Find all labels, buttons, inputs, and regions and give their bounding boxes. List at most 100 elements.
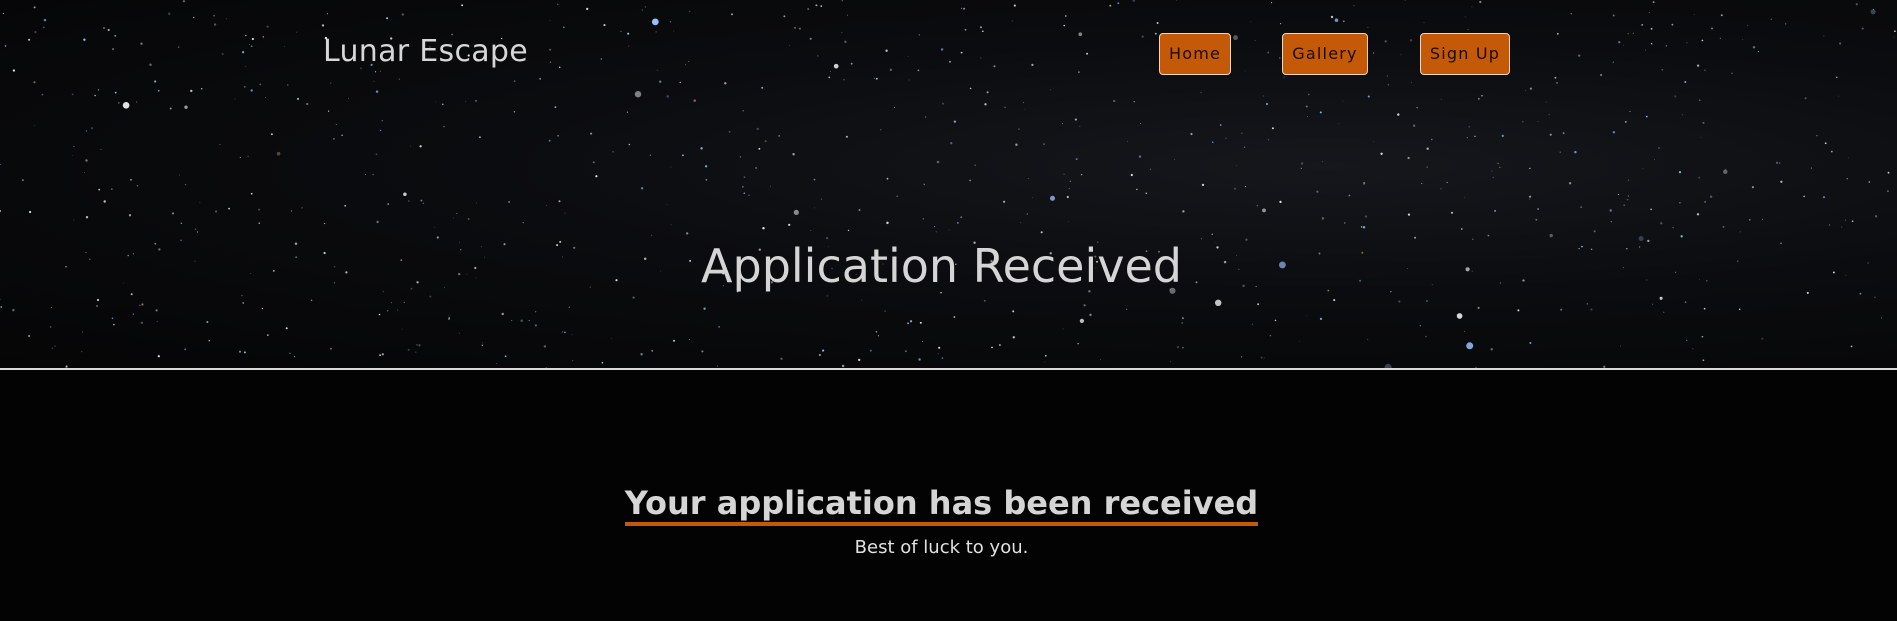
star [375, 90, 379, 93]
star [603, 24, 606, 27]
star [543, 345, 547, 348]
star [323, 222, 326, 225]
star [1684, 301, 1687, 303]
star [879, 128, 882, 131]
star [1338, 123, 1340, 125]
starfield-background [0, 0, 1896, 368]
star [1279, 200, 1282, 204]
star [28, 38, 31, 41]
star [107, 28, 110, 32]
star [1702, 121, 1705, 124]
star [1475, 366, 1477, 368]
star [442, 103, 444, 106]
star [1651, 303, 1654, 305]
star [1423, 22, 1425, 24]
star [1650, 27, 1653, 30]
star [1244, 146, 1246, 148]
star [907, 322, 910, 325]
star [456, 213, 458, 214]
nav-gallery-button[interactable]: Gallery [1282, 33, 1368, 75]
star [1260, 356, 1263, 359]
star [41, 93, 44, 96]
star [251, 37, 255, 41]
star [1632, 32, 1634, 34]
star [71, 155, 73, 157]
star [1134, 172, 1136, 174]
star [85, 130, 88, 132]
star [1778, 162, 1781, 164]
star [461, 4, 464, 7]
hero-header: Lunar Escape Home Gallery Sign Up Applic… [0, 0, 1897, 370]
star [407, 348, 410, 351]
star [685, 64, 687, 66]
star [443, 125, 445, 128]
star [1342, 100, 1344, 102]
star [1301, 162, 1304, 165]
star [1113, 99, 1116, 103]
star [620, 30, 622, 33]
star [1642, 168, 1644, 170]
star [110, 188, 113, 191]
star [1026, 213, 1028, 215]
star [374, 71, 377, 73]
star [948, 229, 950, 231]
site-logo[interactable]: Lunar Escape [323, 34, 528, 69]
star [1353, 5, 1355, 7]
star [984, 103, 987, 106]
star [1430, 138, 1433, 141]
star [80, 350, 83, 353]
star [467, 218, 470, 220]
star [701, 350, 704, 353]
star [1149, 168, 1151, 170]
star [908, 79, 910, 81]
star [1233, 35, 1238, 41]
star [111, 317, 114, 320]
star [666, 95, 670, 98]
star [670, 224, 672, 226]
star [640, 187, 644, 190]
star [276, 151, 281, 156]
star [889, 68, 893, 71]
star [641, 9, 643, 11]
star [1412, 124, 1416, 127]
star [1580, 206, 1582, 209]
star [1466, 342, 1474, 350]
star [632, 296, 635, 299]
star [818, 353, 821, 357]
star [496, 363, 498, 364]
star [1015, 143, 1018, 146]
star [372, 173, 374, 176]
star [875, 331, 878, 333]
star [1893, 36, 1895, 38]
star [1671, 23, 1674, 26]
star [1409, 39, 1413, 42]
star [1307, 93, 1310, 96]
star [1274, 319, 1277, 322]
star [841, 364, 845, 368]
star [1499, 166, 1501, 168]
star [1440, 188, 1442, 190]
star [73, 145, 75, 147]
star [1421, 182, 1423, 185]
star [1648, 11, 1651, 14]
star [1024, 108, 1026, 110]
star [563, 26, 565, 28]
star [128, 214, 132, 217]
star [1154, 32, 1157, 35]
nav-home-button[interactable]: Home [1159, 33, 1231, 75]
star [250, 192, 253, 195]
star [651, 18, 659, 26]
star [1141, 35, 1144, 38]
star [564, 212, 566, 214]
star [877, 335, 879, 337]
star [919, 321, 922, 324]
nav-sign-up-button[interactable]: Sign Up [1420, 33, 1510, 75]
star [1780, 180, 1783, 183]
star [326, 13, 329, 15]
star [960, 51, 963, 54]
star [1077, 342, 1079, 345]
star [1658, 147, 1660, 149]
star [219, 143, 221, 146]
star [686, 232, 689, 235]
star [122, 101, 130, 109]
